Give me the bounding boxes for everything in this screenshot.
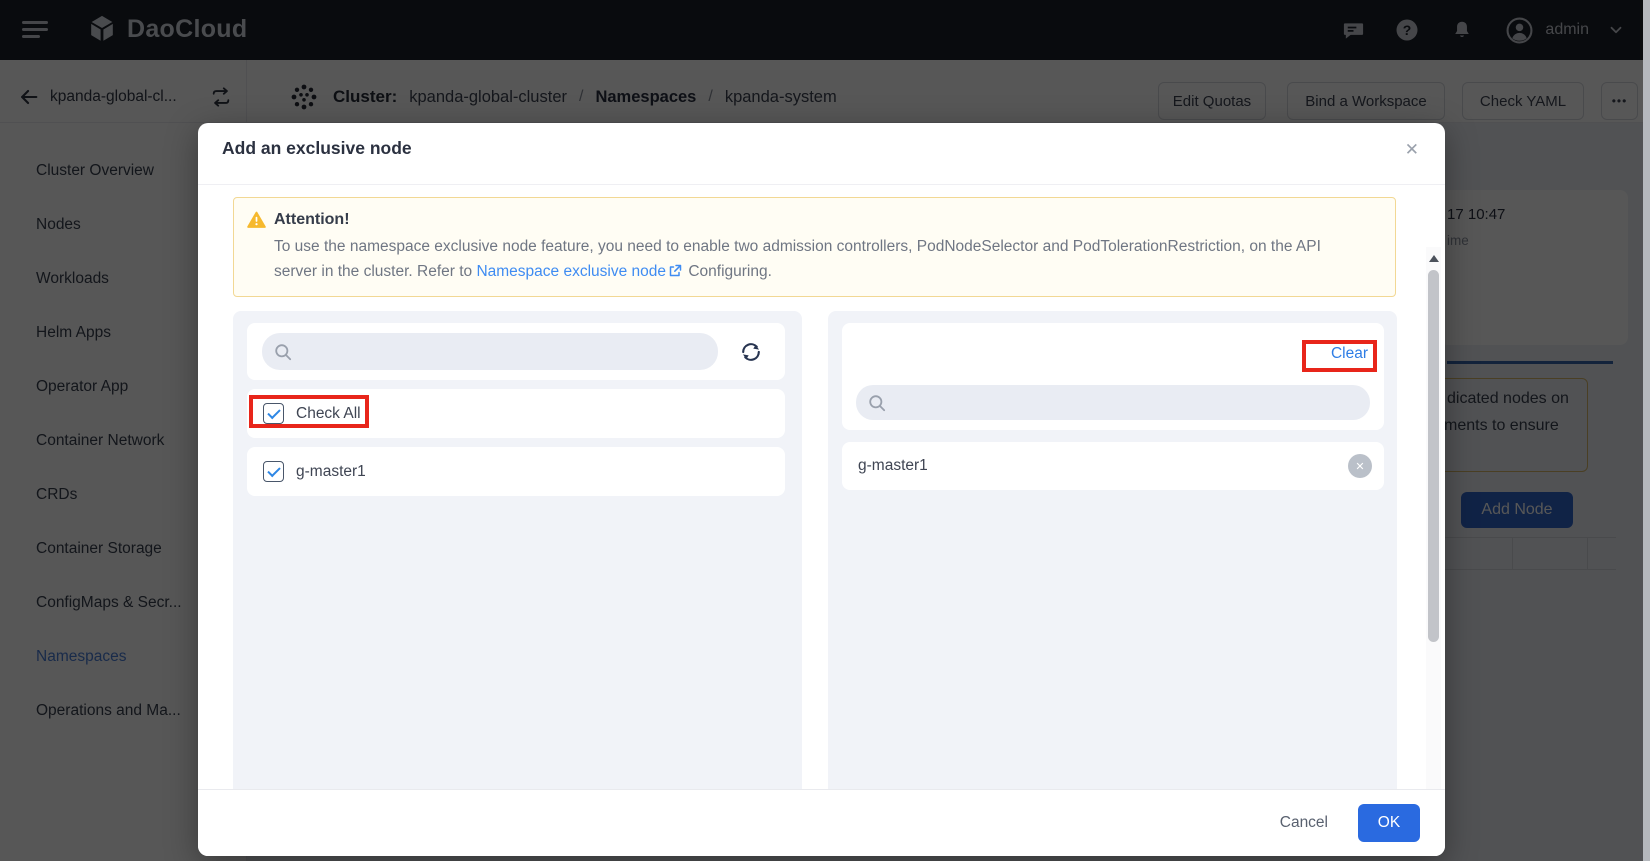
dialog-header: Add an exclusive node ✕ xyxy=(198,123,1445,185)
scrollbar-thumb[interactable] xyxy=(1428,270,1439,642)
warning-heading: Attention! xyxy=(274,211,350,229)
add-exclusive-node-dialog: Add an exclusive node ✕ Attention! To us… xyxy=(198,123,1445,856)
scroll-up-arrow[interactable] xyxy=(1429,255,1439,262)
refresh-icon[interactable] xyxy=(738,339,764,365)
close-icon[interactable]: ✕ xyxy=(1405,140,1419,160)
available-search-row xyxy=(247,323,785,380)
external-link-icon[interactable] xyxy=(668,264,682,278)
selected-nodes-panel: Clear g-master1 ✕ xyxy=(828,311,1397,789)
attention-warning-banner: Attention! To use the namespace exclusiv… xyxy=(233,197,1396,297)
node-checkbox[interactable] xyxy=(263,461,284,482)
cancel-button[interactable]: Cancel xyxy=(1280,814,1328,832)
node-label: g-master1 xyxy=(296,463,366,481)
browser-scrollbar[interactable] xyxy=(1643,0,1650,861)
dialog-body: Attention! To use the namespace exclusiv… xyxy=(198,185,1445,789)
dialog-footer: Cancel OK xyxy=(198,789,1445,856)
annotation-box-clear xyxy=(1302,340,1377,372)
application-window: DaoCloud ? admin kpan xyxy=(0,0,1650,861)
warning-line-2-prefix: server in the cluster. Refer to xyxy=(274,263,476,280)
remove-node-icon[interactable]: ✕ xyxy=(1348,454,1372,478)
search-icon xyxy=(868,394,886,412)
warning-line-2-suffix: Configuring. xyxy=(688,263,772,280)
warning-line-2: server in the cluster. Refer to Namespac… xyxy=(274,259,1379,284)
warning-line-1: To use the namespace exclusive node feat… xyxy=(274,234,1379,259)
namespace-exclusive-node-link[interactable]: Namespace exclusive node xyxy=(476,263,666,280)
ok-button[interactable]: OK xyxy=(1358,804,1420,842)
warning-triangle-icon xyxy=(247,211,266,229)
warning-body: To use the namespace exclusive node feat… xyxy=(274,234,1379,284)
selected-search-box[interactable] xyxy=(856,385,1370,420)
available-nodes-panel: Check All g-master1 xyxy=(233,311,802,789)
node-row[interactable]: g-master1 xyxy=(247,447,785,496)
annotation-box-check-all xyxy=(249,395,369,428)
dialog-scrollbar xyxy=(1426,247,1441,789)
selected-node-label: g-master1 xyxy=(858,457,1348,475)
selected-node-row: g-master1 ✕ xyxy=(842,442,1384,490)
search-icon xyxy=(274,343,292,361)
available-search-box[interactable] xyxy=(262,333,718,370)
dialog-title: Add an exclusive node xyxy=(222,138,412,159)
selected-search-input[interactable] xyxy=(894,395,1324,411)
available-search-input[interactable] xyxy=(300,344,680,360)
